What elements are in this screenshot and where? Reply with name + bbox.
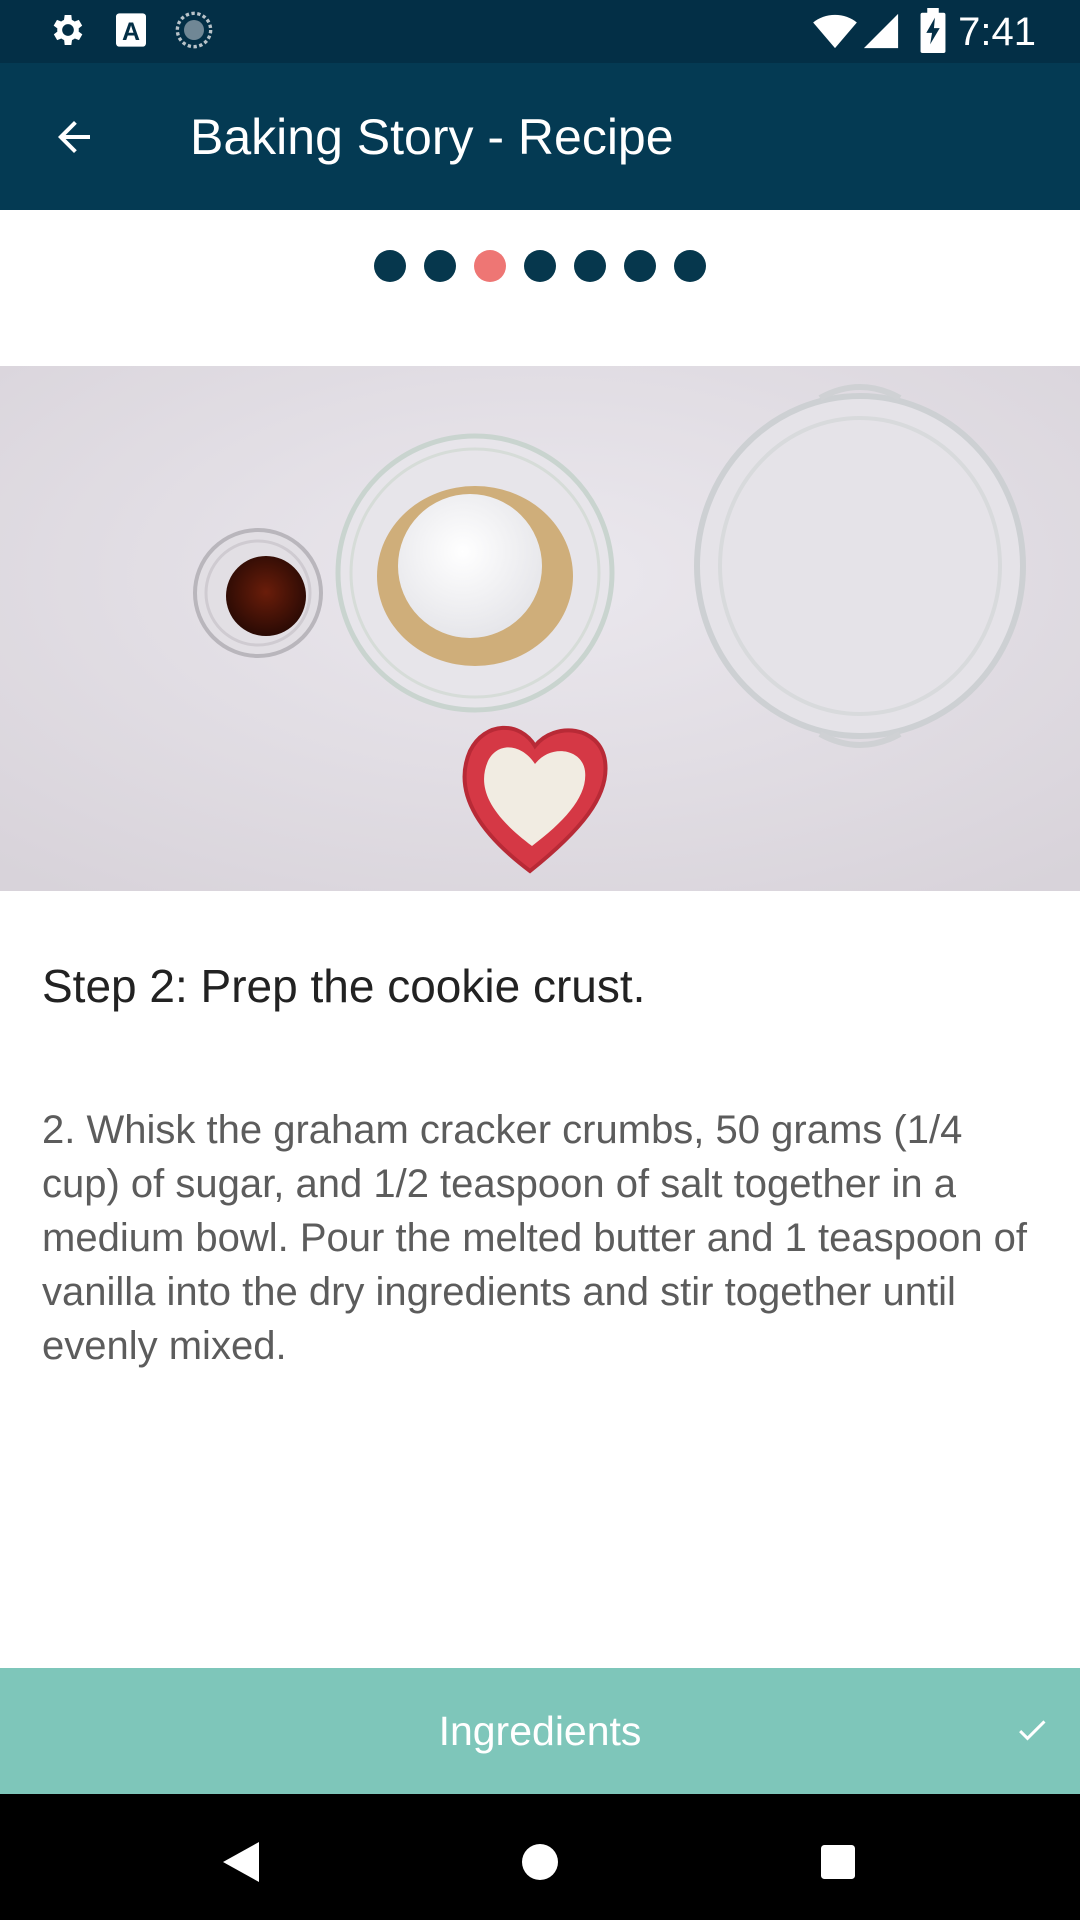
- pager-dot-5[interactable]: [574, 250, 606, 282]
- pager-dot-1[interactable]: [374, 250, 406, 282]
- pager-dot-3-active[interactable]: [474, 250, 506, 282]
- nav-home-button[interactable]: [510, 1832, 570, 1892]
- check-icon: [1019, 1720, 1046, 1741]
- ingredients-photo-illustration: [0, 366, 1080, 891]
- status-time: 7:41: [958, 10, 1036, 54]
- gear-icon: [53, 15, 83, 45]
- step-title: Step 2: Prep the cookie crust.: [42, 960, 646, 1012]
- signal-icon: [863, 13, 899, 49]
- wifi-icon: [813, 14, 857, 49]
- status-bar: A 7:41: [0, 0, 1080, 63]
- battery-charging-icon: [920, 8, 946, 54]
- step-description: 2. Whisk the graham cracker crumbs, 50 g…: [42, 1108, 1028, 1368]
- pager-dot-4[interactable]: [524, 250, 556, 282]
- back-triangle-icon: [223, 1842, 259, 1882]
- arrow-left-icon: [58, 121, 90, 153]
- nav-back-button[interactable]: [211, 1832, 271, 1892]
- recents-square-icon: [821, 1845, 855, 1879]
- a-font-icon: A: [116, 13, 146, 47]
- system-navigation-bar: [0, 1794, 1080, 1920]
- sync-spinner-icon: [175, 11, 213, 49]
- step-pager-indicator: [0, 250, 1080, 284]
- recipe-step-photo: [0, 366, 1080, 891]
- ingredients-label: Ingredients: [438, 1708, 642, 1754]
- pager-dot-7[interactable]: [674, 250, 706, 282]
- nav-recents-button[interactable]: [808, 1832, 868, 1892]
- home-circle-icon: [522, 1844, 558, 1880]
- pager-dot-6[interactable]: [624, 250, 656, 282]
- back-button[interactable]: [30, 105, 118, 169]
- svg-text:A: A: [122, 18, 140, 46]
- app-bar: Baking Story - Recipe: [0, 63, 1080, 210]
- page-title: Baking Story - Recipe: [190, 109, 674, 165]
- pager-dot-2[interactable]: [424, 250, 456, 282]
- ingredients-button[interactable]: Ingredients: [0, 1668, 1080, 1794]
